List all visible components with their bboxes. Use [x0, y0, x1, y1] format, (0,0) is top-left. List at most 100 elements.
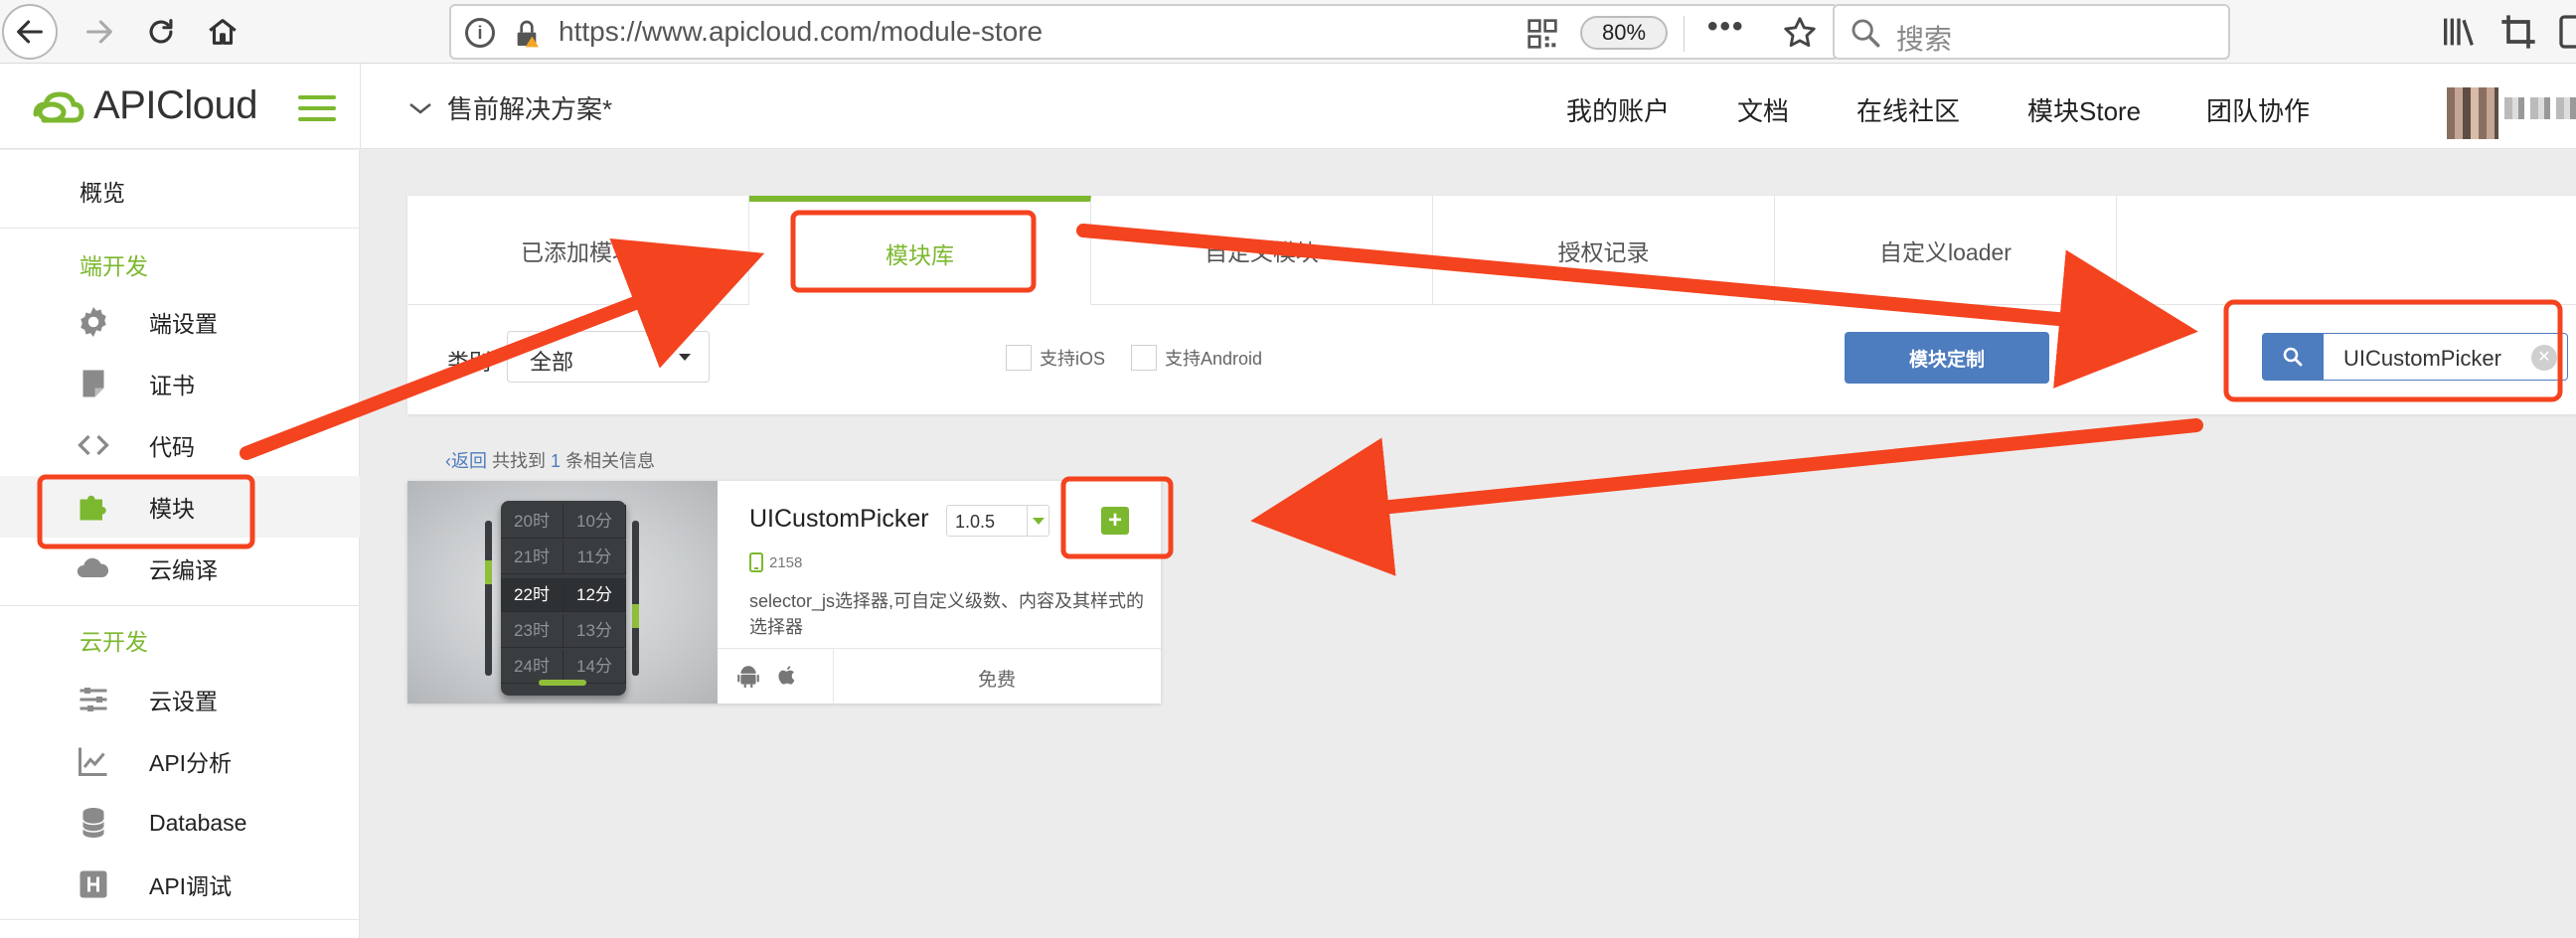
category-value: 全部 [530, 350, 574, 375]
qr-code-icon[interactable] [1527, 18, 1558, 50]
sidebar-item-label: 端设置 [149, 311, 218, 337]
lock-warning-icon[interactable] [511, 18, 543, 50]
module-name[interactable]: UICustomPicker [749, 505, 929, 534]
crop-icon[interactable] [2498, 12, 2538, 52]
home-button[interactable] [195, 4, 250, 60]
version-select[interactable]: 1.0.5 [946, 505, 1049, 537]
apicloud-logo-icon [33, 90, 84, 122]
search-button[interactable] [2262, 333, 2324, 381]
certificate-icon [82, 370, 104, 397]
sidebar-item-cloud-build[interactable]: 云编译 [0, 538, 360, 599]
sidebar-item-cloud-settings[interactable]: 云设置 [0, 669, 360, 730]
picker-preview: 20时 10分 21时 11分 22时 12分 23时 13分 24时 14分 [501, 501, 626, 696]
browser-toolbar: i https://www.apicloud.com/module-store … [0, 0, 2576, 64]
custom-module-button[interactable]: 模块定制 [1845, 332, 2049, 384]
project-switcher[interactable]: 售前解决方案* [407, 89, 612, 126]
sidebar-item-client-settings[interactable]: 端设置 [0, 291, 360, 353]
tab-module-library[interactable]: 模块库 [749, 196, 1091, 305]
clear-icon[interactable]: ✕ [2531, 345, 2557, 371]
avatar[interactable] [2447, 87, 2498, 139]
info-icon[interactable]: i [465, 18, 495, 48]
app-header: APICloud 售前解决方案* 我的账户 文档 在线社区 模块Store 团队… [0, 64, 2576, 149]
checkbox-box[interactable] [1006, 345, 1032, 371]
download-count: 2158 [749, 552, 802, 572]
caret-down-icon [679, 354, 691, 361]
checkbox-box[interactable] [1131, 345, 1157, 371]
tab-label: 自定义loader [1879, 238, 2012, 265]
sidebar-item-label: 云设置 [149, 689, 218, 714]
result-summary: ‹返回 共找到 1 条相关信息 [445, 447, 655, 473]
back-button[interactable] [2, 4, 58, 60]
tab-custom-modules[interactable]: 自定义模块 [1091, 196, 1433, 305]
nav-team[interactable]: 团队协作 [2206, 91, 2310, 128]
module-price: 免费 [977, 670, 1016, 691]
browser-search[interactable]: 搜索 [1833, 4, 2230, 60]
found-suffix: 条相关信息 [565, 451, 656, 471]
section-cloud-dev: 云开发 [80, 629, 148, 655]
reload-icon [149, 19, 173, 44]
sidebar-item-label: 模块 [149, 496, 195, 522]
search-icon [1852, 19, 1880, 48]
back-link[interactable]: ‹返回 [445, 451, 487, 471]
arrow-right-icon [86, 20, 112, 44]
cloud-icon [77, 557, 109, 577]
sidebar-item-label: 云编译 [149, 557, 218, 583]
debug-icon [80, 870, 107, 898]
arrow-left-icon [17, 20, 43, 44]
tab-auth-records[interactable]: 授权记录 [1433, 196, 1775, 305]
url-text[interactable]: https://www.apicloud.com/module-store [559, 16, 1043, 48]
sidebar-item-database[interactable]: Database [0, 792, 360, 854]
bookmark-star-icon[interactable] [1781, 14, 1819, 52]
android-label: 支持Android [1165, 349, 1263, 369]
nav-module-store[interactable]: 模块Store [2027, 91, 2141, 128]
sidebar-item-code[interactable]: 代码 [0, 414, 360, 476]
address-bar[interactable]: i https://www.apicloud.com/module-store … [449, 4, 1839, 60]
zoom-level[interactable]: 80% [1580, 16, 1668, 50]
user-name[interactable] [2504, 97, 2576, 119]
tab-added-modules[interactable]: 已添加模块 [407, 196, 749, 305]
reload-button[interactable] [133, 4, 189, 60]
sidebar-item-certificate[interactable]: 证书 [0, 353, 360, 414]
tab-spacer [2117, 196, 2576, 305]
search-value: UICustomPicker [2343, 346, 2501, 371]
nav-my-account[interactable]: 我的账户 [1566, 91, 1670, 128]
tab-label: 授权记录 [1557, 238, 1650, 265]
module-search: UICustomPicker ✕ [2262, 333, 2570, 381]
add-module-button[interactable]: + [1101, 507, 1129, 535]
android-checkbox[interactable]: 支持Android [1131, 345, 1262, 371]
library-icon[interactable] [2439, 12, 2479, 52]
module-card[interactable]: 20时 10分 21时 11分 22时 12分 23时 13分 24时 14分 UICus… [407, 481, 1161, 704]
sidebar-item-label: 证书 [149, 373, 195, 398]
divider [0, 919, 360, 920]
picker-rail [632, 521, 639, 676]
nav-community[interactable]: 在线社区 [1856, 91, 1960, 128]
sidebar-item-api-analytics[interactable]: API分析 [0, 730, 360, 792]
more-actions-icon[interactable]: ••• [1707, 10, 1745, 44]
ios-checkbox[interactable]: 支持iOS [1006, 345, 1105, 371]
database-icon [81, 808, 105, 838]
tab-custom-loader[interactable]: 自定义loader [1775, 196, 2117, 305]
tab-label: 已添加模块 [521, 238, 635, 265]
sidebar-item-api-debug[interactable]: API调试 [0, 854, 360, 915]
tab-label: 自定义模块 [1205, 238, 1319, 265]
search-input[interactable]: UICustomPicker ✕ [2324, 333, 2568, 381]
version-value: 1.0.5 [955, 512, 996, 532]
apple-icon [778, 666, 795, 685]
home-icon [209, 19, 237, 45]
menu-toggle-button[interactable] [298, 95, 336, 121]
picker-row: 20时 10分 [501, 505, 626, 539]
category-select[interactable]: 全部 [507, 331, 710, 383]
picker-rail [485, 521, 492, 676]
forward-button[interactable] [72, 4, 127, 60]
module-store-panel: 已添加模块 模块库 自定义模块 授权记录 自定义loader 类别 全部 支持i… [407, 196, 2576, 414]
sidebar-item-label: API分析 [149, 750, 233, 776]
sidebar-item-modules[interactable]: 模块 [0, 476, 360, 538]
divider [0, 228, 360, 229]
sidebar-item-overview[interactable]: 概览 [80, 174, 125, 208]
picker-row-selected: 22时 12分 [501, 578, 626, 612]
chevron-down-icon [409, 102, 431, 114]
nav-docs[interactable]: 文档 [1737, 91, 1789, 128]
reader-icon[interactable] [2556, 12, 2576, 52]
logo[interactable]: APICloud [30, 83, 257, 128]
module-thumbnail: 20时 10分 21时 11分 22时 12分 23时 13分 24时 14分 [407, 481, 718, 704]
